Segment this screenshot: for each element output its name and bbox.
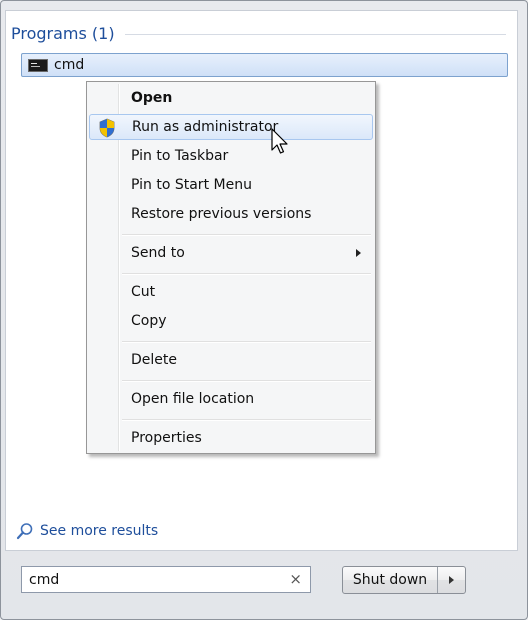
menu-item-label: Pin to Taskbar bbox=[131, 148, 229, 164]
submenu-arrow-icon bbox=[356, 249, 361, 257]
see-more-results-label: See more results bbox=[40, 523, 159, 539]
menu-item-open[interactable]: Open bbox=[89, 85, 373, 111]
search-input[interactable] bbox=[22, 571, 279, 588]
see-more-results-link[interactable]: See more results bbox=[16, 521, 158, 541]
shutdown-options-button[interactable] bbox=[438, 567, 465, 593]
clear-search-icon[interactable]: × bbox=[289, 571, 302, 588]
menu-item-label: Properties bbox=[131, 430, 202, 446]
shutdown-control: Shut down bbox=[342, 566, 466, 594]
chevron-right-icon bbox=[449, 576, 454, 584]
menu-item-pin-to-taskbar[interactable]: Pin to Taskbar bbox=[89, 143, 373, 169]
menu-item-label: Send to bbox=[131, 245, 185, 261]
menu-item-label: Restore previous versions bbox=[131, 206, 312, 222]
menu-item-label: Copy bbox=[131, 313, 167, 329]
menu-item-cut[interactable]: Cut bbox=[89, 279, 373, 305]
menu-item-run-as-administrator[interactable]: Run as administrator bbox=[89, 114, 373, 140]
programs-group-header[interactable]: Programs (1) bbox=[11, 21, 506, 45]
command-prompt-icon bbox=[28, 58, 48, 72]
shutdown-button[interactable]: Shut down bbox=[343, 567, 438, 593]
group-divider bbox=[124, 33, 506, 35]
result-item-cmd[interactable]: cmd bbox=[21, 53, 508, 77]
menu-item-delete[interactable]: Delete bbox=[89, 347, 373, 373]
menu-separator bbox=[122, 341, 371, 343]
menu-item-open-file-location[interactable]: Open file location bbox=[89, 386, 373, 412]
menu-separator bbox=[122, 273, 371, 275]
menu-item-properties[interactable]: Properties bbox=[89, 425, 373, 451]
menu-item-label: Delete bbox=[131, 352, 177, 368]
menu-item-restore-previous-versions[interactable]: Restore previous versions bbox=[89, 201, 373, 227]
result-item-label: cmd bbox=[54, 57, 85, 73]
menu-item-label: Pin to Start Menu bbox=[131, 177, 252, 193]
menu-item-copy[interactable]: Copy bbox=[89, 308, 373, 334]
uac-shield-icon bbox=[99, 118, 115, 138]
magnifier-icon bbox=[16, 523, 33, 540]
menu-separator bbox=[122, 419, 371, 421]
menu-separator bbox=[122, 380, 371, 382]
menu-item-label: Cut bbox=[131, 284, 156, 300]
search-box: × bbox=[21, 566, 311, 593]
programs-group-title[interactable]: Programs (1) bbox=[11, 24, 115, 43]
menu-separator bbox=[122, 234, 371, 236]
menu-item-pin-to-start-menu[interactable]: Pin to Start Menu bbox=[89, 172, 373, 198]
context-menu: Open Run as administrator Pin to Taskbar… bbox=[86, 81, 376, 454]
menu-item-label: Open bbox=[131, 90, 173, 106]
menu-item-label: Open file location bbox=[131, 391, 255, 407]
mouse-pointer-icon bbox=[271, 128, 288, 154]
menu-item-send-to[interactable]: Send to bbox=[89, 240, 373, 266]
menu-item-label: Run as administrator bbox=[132, 119, 279, 135]
